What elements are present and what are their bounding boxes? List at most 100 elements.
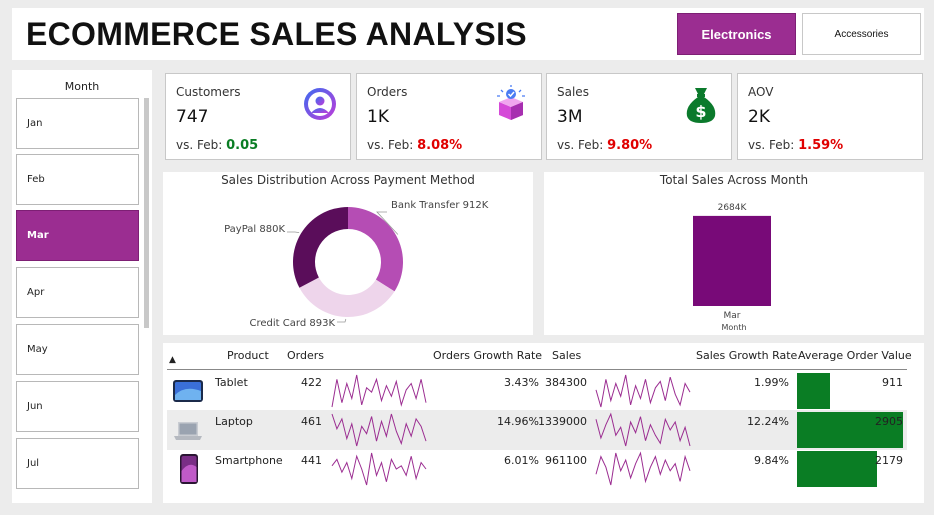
bar-chart-svg: 2684K Mar Month <box>693 203 771 332</box>
kpi-compare: vs. Feb: 8.08% <box>367 138 462 153</box>
sales-value: 961100 <box>545 454 587 467</box>
kpi-delta: 8.08% <box>417 138 463 153</box>
donut-slice-credit-card[interactable] <box>299 277 395 317</box>
table-header-divider <box>167 369 907 370</box>
kpi-compare-label: vs. Feb: <box>557 138 604 152</box>
donut-chart-svg: Bank Transfer 912K Credit Card 893K PayPal… <box>224 200 489 329</box>
orders-sparkline <box>331 413 427 447</box>
column-header-orders-growth-rate[interactable]: Orders Growth Rate <box>433 349 542 362</box>
category-button-electronics[interactable]: Electronics <box>677 13 796 55</box>
aov-value: 2179 <box>875 454 903 467</box>
column-header-sales[interactable]: Sales <box>552 349 581 362</box>
sales-sparkline <box>595 412 691 447</box>
bar-tick-label: Mar <box>724 311 741 321</box>
sort-indicator[interactable]: ▲ <box>169 355 176 365</box>
monthly-sales-bar-chart: Total Sales Across Month 2684K Mar Month <box>544 172 924 335</box>
donut-data-label: Credit Card 893K <box>250 318 336 329</box>
kpi-card-orders: Orders 1K vs. Feb: 8.08% <box>356 73 542 160</box>
column-header-product[interactable]: Product <box>227 349 269 362</box>
kpi-compare-label: vs. Feb: <box>748 138 795 152</box>
month-item-jul[interactable]: Jul <box>16 438 139 489</box>
kpi-compare: vs. Feb: 1.59% <box>748 138 843 153</box>
product-table: ▲ Product Orders Orders Growth Rate Sale… <box>163 343 924 503</box>
money-bag-icon: $ <box>686 88 716 123</box>
aov-bar <box>797 373 831 409</box>
svg-text:$: $ <box>695 102 706 121</box>
kpi-value: 3M <box>557 107 583 127</box>
kpi-label: Orders <box>367 85 408 99</box>
dashboard-title: ECOMMERCE SALES ANALYSIS <box>26 16 527 52</box>
dashboard-header: ECOMMERCE SALES ANALYSIS Electronics Acc… <box>12 8 924 60</box>
donut-slice-paypal[interactable] <box>293 207 348 288</box>
orders-growth-value: 6.01% <box>504 454 539 467</box>
column-header-sales-growth-rate[interactable]: Sales Growth Rate <box>696 349 797 362</box>
kpi-delta: 9.80% <box>607 138 653 153</box>
kpi-label: Sales <box>557 85 589 99</box>
sparkline-path <box>331 413 427 447</box>
kpi-compare-label: vs. Feb: <box>176 138 223 152</box>
month-item-jan[interactable]: Jan <box>16 98 139 149</box>
product-name: Smartphone <box>215 454 283 467</box>
order-box-icon <box>497 85 525 120</box>
sales-sparkline <box>595 451 691 486</box>
sales-growth-value: 12.24% <box>747 415 789 428</box>
kpi-compare: vs. Feb: 9.80% <box>557 138 652 153</box>
sales-value: 384300 <box>545 376 587 389</box>
sparkline-path <box>331 452 427 486</box>
payment-method-donut-chart: Sales Distribution Across Payment Method… <box>163 172 533 335</box>
month-item-jun[interactable]: Jun <box>16 381 139 432</box>
month-slicer-header: Month <box>64 80 100 93</box>
sparkline-path <box>595 412 691 447</box>
table-row-smartphone[interactable]: Smartphone 441 6.01% 961100 9.84% 2179 <box>167 449 907 489</box>
sales-growth-value: 1.99% <box>754 376 789 389</box>
month-item-may[interactable]: May <box>16 324 139 375</box>
bar-x-axis-label: Month <box>721 323 746 332</box>
aov-bar <box>797 451 877 487</box>
tablet-icon <box>173 380 203 402</box>
month-slicer-scrollbar[interactable] <box>144 98 149 328</box>
kpi-label: Customers <box>176 85 241 99</box>
orders-sparkline <box>331 452 427 486</box>
sparkline-path <box>595 451 691 486</box>
month-item-feb[interactable]: Feb <box>16 154 139 205</box>
orders-value: 441 <box>301 454 322 467</box>
kpi-value: 2K <box>748 107 770 127</box>
category-button-accessories[interactable]: Accessories <box>802 13 921 55</box>
sales-value: 1339000 <box>538 415 587 428</box>
sparkline-path <box>595 374 691 408</box>
laptop-icon <box>174 422 202 440</box>
bar-mar[interactable] <box>693 215 771 306</box>
orders-growth-value: 3.43% <box>504 376 539 389</box>
donut-data-label: Bank Transfer 912K <box>391 200 489 211</box>
donut-leader-line <box>337 318 347 323</box>
orders-value: 422 <box>301 376 322 389</box>
sparkline-path <box>331 374 427 408</box>
month-slicer: Month Jan Feb Mar Apr May Jun Jul <box>12 70 152 503</box>
smartphone-icon <box>180 454 198 484</box>
sales-growth-value: 9.84% <box>754 454 789 467</box>
kpi-delta: 1.59% <box>798 138 844 153</box>
kpi-value: 747 <box>176 107 209 127</box>
orders-growth-value: 14.96% <box>497 415 539 428</box>
aov-value: 911 <box>882 376 903 389</box>
column-header-average-order-value[interactable]: Average Order Value <box>798 349 912 362</box>
product-name: Tablet <box>215 376 248 389</box>
column-header-orders[interactable]: Orders <box>287 349 324 362</box>
month-item-mar[interactable]: Mar <box>16 210 139 261</box>
table-row-laptop[interactable]: Laptop 461 14.96% 1339000 12.24% 2905 <box>167 410 907 450</box>
kpi-value: 1K <box>367 107 389 127</box>
kpi-delta: 0.05 <box>226 138 259 153</box>
aov-value: 2905 <box>875 415 903 428</box>
kpi-label: AOV <box>748 85 774 99</box>
bar-data-label: 2684K <box>718 203 748 213</box>
kpi-card-sales: Sales 3M vs. Feb: 9.80% $ <box>546 73 732 160</box>
kpi-card-customers: Customers 747 vs. Feb: 0.05 <box>165 73 351 160</box>
donut-slice-bank-transfer[interactable] <box>348 207 403 292</box>
sales-sparkline <box>595 374 691 408</box>
kpi-compare-label: vs. Feb: <box>367 138 414 152</box>
month-item-apr[interactable]: Apr <box>16 267 139 318</box>
orders-sparkline <box>331 374 427 408</box>
kpi-card-aov: AOV 2K vs. Feb: 1.59% <box>737 73 923 160</box>
table-row-tablet[interactable]: Tablet 422 3.43% 384300 1.99% 911 <box>167 371 907 411</box>
product-name: Laptop <box>215 415 253 428</box>
